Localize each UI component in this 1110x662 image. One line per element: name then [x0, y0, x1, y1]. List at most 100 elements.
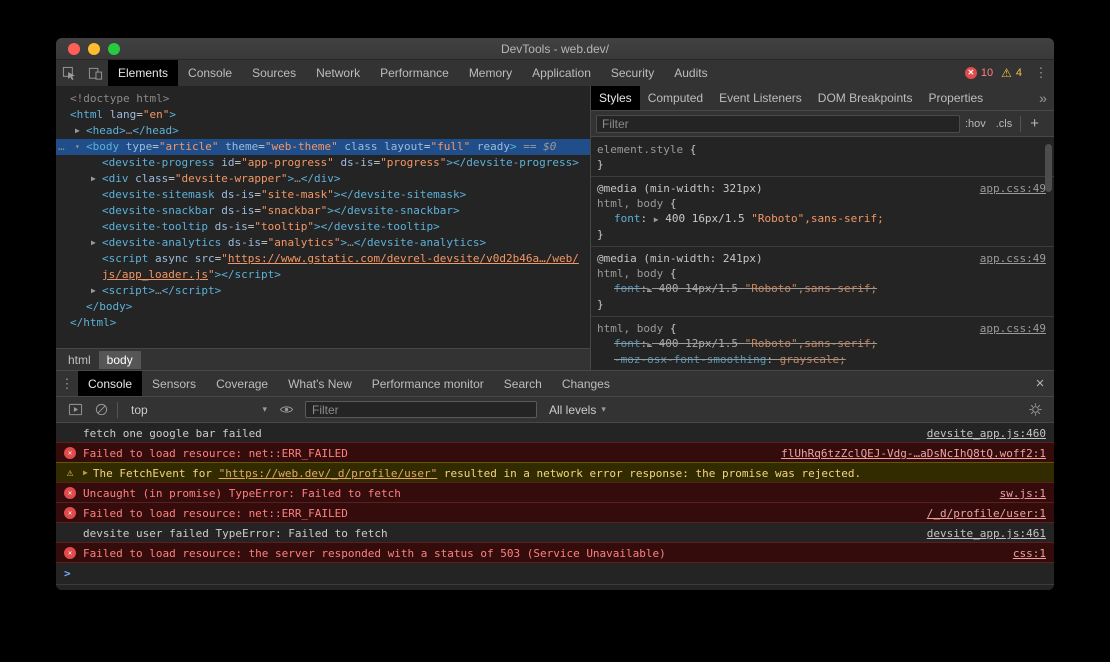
code-segment: id [221, 156, 234, 169]
console-filter-input[interactable] [305, 401, 537, 418]
node-overflow-menu-icon[interactable]: … [58, 139, 65, 155]
dom-tree-row[interactable]: <devsite-tooltip ds-is="tooltip"></devsi… [56, 219, 590, 235]
dom-tree-row[interactable]: <script async src="https://www.gstatic.c… [56, 251, 590, 267]
drawer-tab-console[interactable]: Console [78, 371, 142, 396]
source-location-link[interactable]: devsite_app.js:460 [927, 426, 1046, 440]
source-location-link[interactable]: /_d/profile/user:1 [927, 506, 1046, 520]
dom-tree-row[interactable]: <html lang="en"> [56, 107, 590, 123]
source-location-link[interactable]: css:1 [1013, 546, 1046, 560]
tab-audits[interactable]: Audits [664, 60, 717, 86]
code-segment: "Roboto",sans-serif; [745, 337, 877, 350]
rule-selector[interactable]: html, body { [597, 321, 1036, 336]
minimize-window-button[interactable] [88, 43, 100, 55]
scrollbar-thumb[interactable] [1045, 144, 1052, 192]
console-settings-icon[interactable] [1022, 402, 1048, 417]
expand-arrow-icon[interactable]: ▶ [83, 468, 88, 477]
drawer-tab-changes[interactable]: Changes [552, 371, 620, 396]
pseudo-state-toggle[interactable]: :hov [960, 118, 991, 130]
sidebar-tab-event-listeners[interactable]: Event Listeners [711, 86, 810, 110]
expand-arrow-icon[interactable]: ▶ [91, 235, 96, 251]
source-location-link[interactable]: flUhRq6tzZclQEJ-Vdg-…aDsNcIhQ8tQ.woff2:1 [781, 446, 1046, 460]
close-window-button[interactable] [68, 43, 80, 55]
element-classes-toggle[interactable]: .cls [991, 118, 1018, 130]
css-property[interactable]: font:▶ 400 12px/1.5 "Roboto",sans-serif; [597, 336, 1036, 352]
console-message[interactable]: fetch one google bar faileddevsite_app.j… [56, 423, 1054, 443]
console-message[interactable]: devsite user failed TypeError: Failed to… [56, 523, 1054, 543]
tab-performance[interactable]: Performance [370, 60, 459, 86]
css-property[interactable]: -moz-osx-font-smoothing: grayscale; [597, 352, 1036, 367]
css-property[interactable]: font: ▶ 400 16px/1.5 "Roboto",sans-serif… [597, 211, 1036, 227]
breadcrumb-item-html[interactable]: html [60, 351, 99, 369]
dom-tree-row[interactable]: …▾<body type="article" theme="web-theme"… [56, 139, 590, 155]
more-tabs-icon[interactable]: » [1032, 86, 1054, 110]
drawer-tab-performance-monitor[interactable]: Performance monitor [362, 371, 494, 396]
tab-console[interactable]: Console [178, 60, 242, 86]
sidebar-tab-dom-breakpoints[interactable]: DOM Breakpoints [810, 86, 921, 110]
console-message[interactable]: ✕Failed to load resource: net::ERR_FAILE… [56, 502, 1054, 523]
dom-tree-row[interactable]: <devsite-sitemask ds-is="site-mask"></de… [56, 187, 590, 203]
execution-context-select[interactable]: top ▾ [125, 403, 273, 417]
log-level-select[interactable]: All levels ▾ [543, 403, 612, 417]
more-options-icon[interactable]: ⋮ [1030, 65, 1052, 81]
expand-arrow-icon[interactable]: ▶ [91, 283, 96, 299]
tab-security[interactable]: Security [601, 60, 664, 86]
expand-arrow-icon[interactable]: ▶ [75, 123, 80, 139]
tab-sources[interactable]: Sources [242, 60, 306, 86]
source-location-link[interactable]: sw.js:1 [1000, 486, 1046, 500]
device-toolbar-icon[interactable] [82, 60, 108, 86]
stylesheet-link[interactable]: app.css:49 [980, 181, 1046, 196]
sidebar-tab-computed[interactable]: Computed [640, 86, 711, 110]
console-message[interactable]: ✕Uncaught (in promise) TypeError: Failed… [56, 482, 1054, 503]
dom-tree-row[interactable]: <!doctype html> [56, 91, 590, 107]
console-message[interactable]: ⚠▶The FetchEvent for "https://web.dev/_d… [56, 462, 1054, 483]
tab-elements[interactable]: Elements [108, 60, 178, 86]
source-location-link[interactable]: devsite_app.js:461 [927, 526, 1046, 540]
dom-tree-row[interactable]: <devsite-progress id="app-progress" ds-i… [56, 155, 590, 171]
drawer-tab-what-s-new[interactable]: What's New [278, 371, 362, 396]
code-segment: = [254, 188, 261, 201]
dom-tree-row[interactable]: ▶<head>…</head> [56, 123, 590, 139]
tab-memory[interactable]: Memory [459, 60, 522, 86]
stylesheet-link[interactable]: app.css:49 [980, 251, 1046, 266]
dom-tree-row[interactable]: ▶<script>…</script> [56, 283, 590, 299]
tab-application[interactable]: Application [522, 60, 601, 86]
window-titlebar[interactable]: DevTools - web.dev/ [56, 38, 1054, 60]
dom-tree-row[interactable]: ▶<devsite-analytics ds-is="analytics">…<… [56, 235, 590, 251]
tab-network[interactable]: Network [306, 60, 370, 86]
clear-console-icon[interactable] [88, 402, 114, 417]
drawer-tab-search[interactable]: Search [494, 371, 552, 396]
inspect-element-icon[interactable] [56, 60, 82, 86]
live-expression-icon[interactable] [273, 402, 299, 417]
drawer-menu-icon[interactable]: ⋮ [56, 371, 78, 396]
drawer-tab-coverage[interactable]: Coverage [206, 371, 278, 396]
console-prompt[interactable]: > [56, 563, 1054, 585]
expand-arrow-icon[interactable]: ▾ [75, 139, 80, 155]
code-segment: ></script> [215, 268, 281, 281]
new-style-rule-button[interactable]: + [1024, 115, 1049, 132]
dom-tree-row[interactable]: </html> [56, 315, 590, 331]
dom-tree-row[interactable]: js/app_loader.js"></script> [56, 267, 590, 283]
expand-arrow-icon[interactable]: ▶ [91, 171, 96, 187]
rule-selector[interactable]: html, body { [597, 196, 1036, 211]
code-segment: <div [102, 172, 129, 185]
css-property[interactable]: font:▶ 400 14px/1.5 "Roboto",sans-serif; [597, 281, 1036, 297]
error-count-badge[interactable]: ✕ 10 [965, 67, 993, 79]
breadcrumb-item-body[interactable]: body [99, 351, 141, 369]
dom-tree-row[interactable]: </body> [56, 299, 590, 315]
console-sidebar-icon[interactable] [62, 402, 88, 417]
dom-tree-row[interactable]: <devsite-snackbar ds-is="snackbar"></dev… [56, 203, 590, 219]
sidebar-tab-properties[interactable]: Properties [920, 86, 991, 110]
dom-tree-row[interactable]: ▶<div class="devsite-wrapper">…</div> [56, 171, 590, 187]
close-drawer-icon[interactable]: × [1026, 371, 1054, 396]
rule-selector[interactable]: element.style { [597, 142, 1036, 157]
code-segment: font [614, 337, 641, 350]
zoom-window-button[interactable] [108, 43, 120, 55]
sidebar-tab-styles[interactable]: Styles [591, 86, 640, 110]
console-message[interactable]: ✕Failed to load resource: the server res… [56, 542, 1054, 563]
stylesheet-link[interactable]: app.css:49 [980, 321, 1046, 336]
rule-selector[interactable]: html, body { [597, 266, 1036, 281]
warning-count-badge[interactable]: ⚠ 4 [1001, 67, 1022, 79]
styles-filter-input[interactable] [596, 115, 960, 133]
console-message[interactable]: ✕Failed to load resource: net::ERR_FAILE… [56, 442, 1054, 463]
drawer-tab-sensors[interactable]: Sensors [142, 371, 206, 396]
